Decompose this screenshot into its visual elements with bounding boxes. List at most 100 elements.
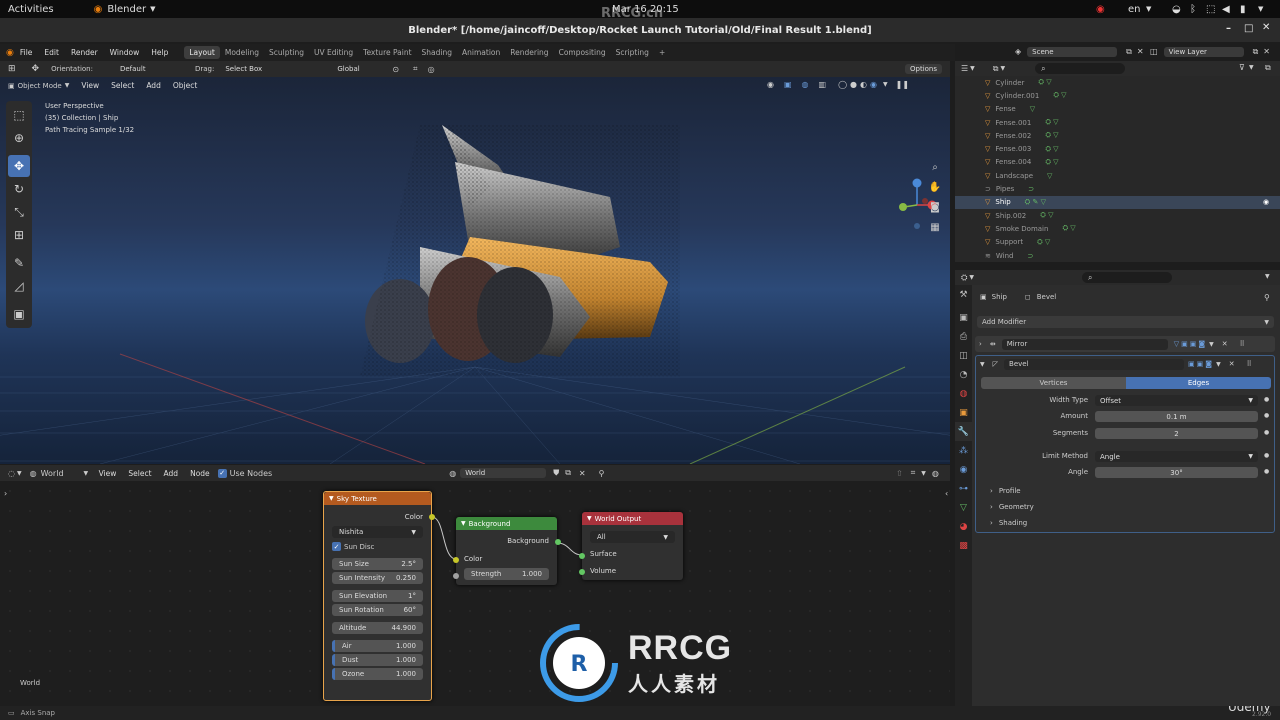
new-collection-icon[interactable]: ⧉: [1265, 63, 1271, 73]
add-workspace-icon[interactable]: +: [654, 46, 670, 59]
background-node[interactable]: ▼ Background Background Color Strength 1…: [453, 517, 561, 585]
viewport-toggle-icon[interactable]: ▣: [1197, 360, 1204, 368]
affect-vertices-button[interactable]: Vertices: [981, 377, 1126, 389]
outliner-item[interactable]: ▽ Fense.003 ⛭ ▽: [955, 142, 1280, 155]
options-dropdown[interactable]: Options: [905, 64, 943, 74]
limit-method-dropdown[interactable]: Angle ▼: [1095, 451, 1258, 462]
editor-type-icon[interactable]: ◌: [8, 469, 15, 478]
scale-tool-icon[interactable]: ⤡: [8, 201, 30, 223]
object-tab-icon[interactable]: ▣: [955, 403, 972, 422]
output-tab-icon[interactable]: ⎙: [955, 327, 972, 346]
texture-tab-icon[interactable]: ▩: [955, 536, 972, 555]
add-modifier-dropdown[interactable]: Add Modifier ▼: [977, 316, 1274, 328]
remove-modifier-icon[interactable]: ✕: [1229, 360, 1235, 368]
segments-field[interactable]: 2: [1095, 428, 1258, 439]
sun-size-field[interactable]: Sun Size 2.5°: [332, 558, 423, 570]
ship-model[interactable]: [360, 125, 680, 377]
outliner-item[interactable]: ▽ Fense.004 ⛭ ▽: [955, 156, 1280, 169]
app-menu[interactable]: ◉ Blender ▼: [94, 4, 156, 15]
width-type-dropdown[interactable]: Offset ▼: [1095, 395, 1258, 406]
background-output-socket[interactable]: [555, 539, 561, 545]
filter-icon[interactable]: ⊽: [1239, 63, 1245, 72]
pin-icon[interactable]: ⚲: [1264, 293, 1270, 302]
view-layer-name[interactable]: View Layer: [1163, 46, 1244, 57]
profile-subpanel[interactable]: › Profile: [990, 487, 1021, 495]
collapse-icon[interactable]: ▼: [329, 495, 334, 502]
properties-search-input[interactable]: ⌕: [1082, 272, 1173, 283]
scene-tab-icon[interactable]: ◔: [955, 365, 972, 384]
world-datablock[interactable]: ◍ World ⛊ ⧉ ✕ ⚲: [449, 468, 604, 478]
altitude-field[interactable]: Altitude 44.900: [332, 622, 423, 634]
node-menu-select[interactable]: Select: [122, 469, 157, 478]
mode-dropdown[interactable]: ▣ Object Mode ▼: [8, 82, 69, 90]
chevron-down-icon[interactable]: ▼: [970, 65, 975, 72]
perspective-grid-icon[interactable]: ▦: [925, 217, 945, 237]
tab-uv-editing[interactable]: UV Editing: [309, 46, 358, 59]
node-menu-view[interactable]: View: [93, 469, 123, 478]
xray-icon[interactable]: ▥: [819, 80, 827, 89]
shading-material-icon[interactable]: ◐: [860, 80, 867, 89]
strength-field[interactable]: Strength 1.000: [464, 568, 549, 580]
bevel-modifier-header[interactable]: ▼ ◸ Bevel ▣ ▣ ◙ ▼ ✕ ⠿: [976, 356, 1274, 372]
chevron-down-icon[interactable]: ▼: [921, 470, 926, 477]
surface-input-socket[interactable]: [579, 553, 585, 559]
rotate-tool-icon[interactable]: ↻: [8, 178, 30, 200]
cage-toggle-icon[interactable]: ▣: [1181, 340, 1188, 348]
collapse-icon[interactable]: ▼: [461, 520, 466, 527]
render-toggle-icon[interactable]: ◙: [1198, 340, 1205, 348]
background-header[interactable]: ▼ Background: [456, 517, 557, 530]
chevron-right-icon[interactable]: ›: [979, 340, 982, 348]
outliner-item[interactable]: ▽ Cylinder.001 ⛭ ▽: [955, 89, 1280, 102]
sun-intensity-field[interactable]: Sun Intensity 0.250: [332, 572, 423, 584]
viewport-toggle-icon[interactable]: ▣: [1190, 340, 1197, 348]
chevron-down-icon[interactable]: ▼: [17, 470, 22, 477]
battery-icon[interactable]: ▮: [1240, 4, 1246, 15]
tab-sculpting[interactable]: Sculpting: [264, 46, 309, 59]
eye-icon[interactable]: ◉: [1263, 198, 1269, 206]
parent-node-icon[interactable]: ⇧: [896, 469, 903, 478]
outliner-item[interactable]: ⊃ Pipes ⊃: [955, 182, 1280, 195]
tab-rendering[interactable]: Rendering: [505, 46, 553, 59]
bevel-name-field[interactable]: Bevel: [1004, 358, 1185, 370]
viewport-menu-object[interactable]: Object: [167, 81, 203, 90]
keyframe-dot-icon[interactable]: ●: [1264, 396, 1269, 403]
outliner-search-input[interactable]: ⌕: [1035, 63, 1126, 74]
drag-handle-icon[interactable]: ⠿: [1240, 340, 1245, 348]
sky-type-dropdown[interactable]: Nishita ▼: [332, 526, 423, 538]
sun-rotation-field[interactable]: Sun Rotation 60°: [332, 604, 423, 616]
gizmo-icon[interactable]: ▣: [784, 80, 792, 89]
color-output-socket[interactable]: [429, 514, 435, 520]
outliner-item[interactable]: ▽ Cylinder ⛭ ▽: [955, 76, 1280, 89]
air-field[interactable]: Air 1.000: [332, 640, 423, 652]
delete-scene-icon[interactable]: ✕: [1137, 47, 1144, 56]
delete-view-layer-icon[interactable]: ✕: [1263, 47, 1270, 56]
dust-field[interactable]: Dust 1.000: [332, 654, 423, 666]
tab-animation[interactable]: Animation: [457, 46, 505, 59]
transform-orientation-dropdown[interactable]: Global: [332, 64, 382, 74]
outliner-item[interactable]: ▽ Ship.002 ⛭ ▽: [955, 209, 1280, 222]
overlay-icon[interactable]: ◍: [932, 469, 939, 478]
chevron-down-icon[interactable]: ▼: [980, 361, 985, 368]
keyframe-dot-icon[interactable]: ●: [1264, 429, 1269, 436]
menu-help[interactable]: Help: [145, 48, 174, 57]
chevron-down-icon[interactable]: ▼: [1249, 64, 1254, 71]
move-tool-icon[interactable]: ✥: [8, 155, 30, 177]
scene-name[interactable]: Scene: [1027, 46, 1118, 57]
constraints-tab-icon[interactable]: ⊶: [955, 479, 972, 498]
scene-selector[interactable]: ◈ Scene ⧉ ✕: [1015, 44, 1144, 59]
outliner-item[interactable]: ▽ Fense.002 ⛭ ▽: [955, 129, 1280, 142]
angle-field[interactable]: 30°: [1095, 467, 1258, 478]
color-input-socket[interactable]: [453, 557, 459, 563]
shading-solid-icon[interactable]: ●: [850, 80, 857, 89]
collapse-icon[interactable]: ▼: [587, 515, 592, 522]
world-output-header[interactable]: ▼ World Output: [582, 512, 683, 525]
editor-type-icon[interactable]: ⊞: [8, 64, 16, 74]
snap-icon[interactable]: ⌗: [413, 64, 418, 74]
network-icon[interactable]: ⬚: [1206, 4, 1215, 15]
tab-scripting[interactable]: Scripting: [611, 46, 654, 59]
outliner-item[interactable]: ▽ Ship ⛭ ✎ ▽ ◉: [955, 195, 1280, 209]
orientation-dropdown[interactable]: Default: [115, 64, 177, 74]
viewport-menu-view[interactable]: View: [75, 81, 105, 90]
chevron-down-icon[interactable]: ▼: [1216, 361, 1221, 368]
edit-mode-toggle-icon[interactable]: ▣: [1188, 360, 1195, 368]
